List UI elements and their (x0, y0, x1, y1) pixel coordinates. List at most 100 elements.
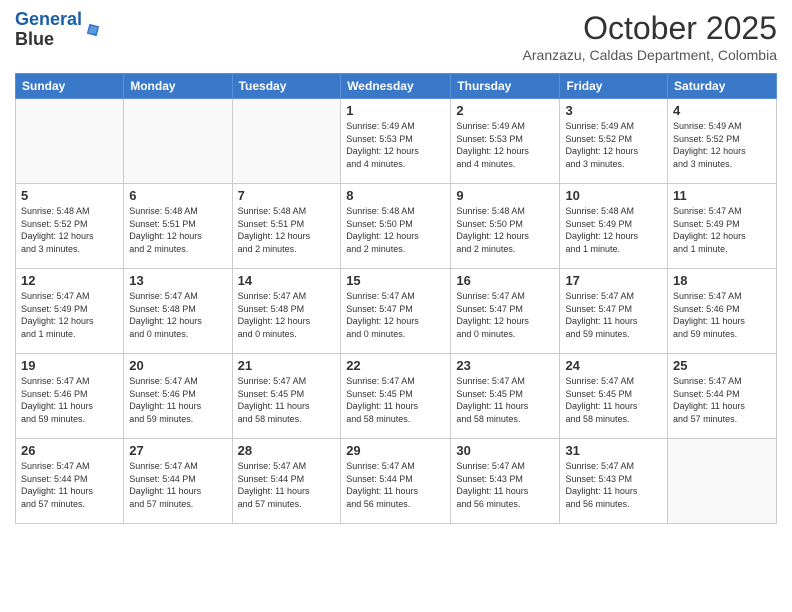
calendar-cell: 3 Sunrise: 5:49 AMSunset: 5:52 PMDaylight… (560, 99, 668, 184)
day-info: Sunrise: 5:49 AMSunset: 5:53 PMDaylight:… (456, 120, 554, 170)
calendar-cell: 9 Sunrise: 5:48 AMSunset: 5:50 PMDaylight… (451, 184, 560, 269)
calendar-cell: 8 Sunrise: 5:48 AMSunset: 5:50 PMDaylight… (341, 184, 451, 269)
calendar-cell: 17 Sunrise: 5:47 AMSunset: 5:47 PMDayligh… (560, 269, 668, 354)
day-number: 16 (456, 273, 554, 288)
day-number: 3 (565, 103, 662, 118)
day-info: Sunrise: 5:47 AMSunset: 5:49 PMDaylight:… (21, 290, 118, 340)
logo-icon (84, 21, 102, 39)
calendar-week-1: 1Sunrise: 5:49 AMSunset: 5:53 PMDaylight… (16, 99, 777, 184)
calendar-cell: 10 Sunrise: 5:48 AMSunset: 5:49 PMDayligh… (560, 184, 668, 269)
day-info: Sunrise: 5:47 AMSunset: 5:47 PMDaylight:… (346, 290, 445, 340)
day-number: 27 (129, 443, 226, 458)
day-info: Sunrise: 5:47 AMSunset: 5:44 PMDaylight:… (238, 460, 336, 510)
weekday-header-thursday: Thursday (451, 74, 560, 99)
day-number: 14 (238, 273, 336, 288)
day-number: 31 (565, 443, 662, 458)
calendar-cell (668, 439, 777, 524)
day-info: Sunrise: 5:47 AMSunset: 5:46 PMDaylight:… (129, 375, 226, 425)
day-number: 26 (21, 443, 118, 458)
calendar-cell: 20 Sunrise: 5:47 AMSunset: 5:46 PMDayligh… (124, 354, 232, 439)
calendar-cell: 24Sunrise: 5:47 AMSunset: 5:45 PMDayligh… (560, 354, 668, 439)
month-title: October 2025 (523, 10, 777, 47)
calendar-cell: 16 Sunrise: 5:47 AMSunset: 5:47 PMDayligh… (451, 269, 560, 354)
calendar-cell: 7 Sunrise: 5:48 AMSunset: 5:51 PMDaylight… (232, 184, 341, 269)
calendar-cell (232, 99, 341, 184)
day-info: Sunrise: 5:47 AMSunset: 5:43 PMDaylight:… (456, 460, 554, 510)
calendar-cell: 14 Sunrise: 5:47 AMSunset: 5:48 PMDayligh… (232, 269, 341, 354)
day-info: Sunrise: 5:47 AMSunset: 5:44 PMDaylight:… (346, 460, 445, 510)
day-number: 7 (238, 188, 336, 203)
day-number: 9 (456, 188, 554, 203)
day-number: 24 (565, 358, 662, 373)
logo-text: GeneralBlue (15, 10, 82, 50)
day-number: 18 (673, 273, 771, 288)
day-info: Sunrise: 5:49 AMSunset: 5:52 PMDaylight:… (565, 120, 662, 170)
day-number: 20 (129, 358, 226, 373)
day-info: Sunrise: 5:48 AMSunset: 5:51 PMDaylight:… (129, 205, 226, 255)
day-number: 29 (346, 443, 445, 458)
calendar-week-5: 26 Sunrise: 5:47 AMSunset: 5:44 PMDayligh… (16, 439, 777, 524)
day-info: Sunrise: 5:48 AMSunset: 5:52 PMDaylight:… (21, 205, 118, 255)
calendar-week-3: 12 Sunrise: 5:47 AMSunset: 5:49 PMDayligh… (16, 269, 777, 354)
calendar-table: SundayMondayTuesdayWednesdayThursdayFrid… (15, 73, 777, 524)
day-info: Sunrise: 5:47 AMSunset: 5:48 PMDaylight:… (238, 290, 336, 340)
calendar-cell: 18 Sunrise: 5:47 AMSunset: 5:46 PMDayligh… (668, 269, 777, 354)
calendar-cell: 15Sunrise: 5:47 AMSunset: 5:47 PMDayligh… (341, 269, 451, 354)
calendar-cell: 5Sunrise: 5:48 AMSunset: 5:52 PMDaylight… (16, 184, 124, 269)
day-info: Sunrise: 5:47 AMSunset: 5:44 PMDaylight:… (21, 460, 118, 510)
day-number: 8 (346, 188, 445, 203)
calendar-cell: 26 Sunrise: 5:47 AMSunset: 5:44 PMDayligh… (16, 439, 124, 524)
weekday-header-row: SundayMondayTuesdayWednesdayThursdayFrid… (16, 74, 777, 99)
weekday-header-friday: Friday (560, 74, 668, 99)
calendar-cell: 11Sunrise: 5:47 AMSunset: 5:49 PMDayligh… (668, 184, 777, 269)
day-number: 22 (346, 358, 445, 373)
calendar-cell (124, 99, 232, 184)
day-number: 19 (21, 358, 118, 373)
calendar-cell: 4Sunrise: 5:49 AMSunset: 5:52 PMDaylight… (668, 99, 777, 184)
calendar-cell: 30 Sunrise: 5:47 AMSunset: 5:43 PMDayligh… (451, 439, 560, 524)
day-info: Sunrise: 5:48 AMSunset: 5:49 PMDaylight:… (565, 205, 662, 255)
day-number: 13 (129, 273, 226, 288)
calendar-cell: 31 Sunrise: 5:47 AMSunset: 5:43 PMDayligh… (560, 439, 668, 524)
title-section: October 2025 Aranzazu, Caldas Department… (523, 10, 777, 63)
calendar-week-2: 5Sunrise: 5:48 AMSunset: 5:52 PMDaylight… (16, 184, 777, 269)
logo-blue: Blue (15, 29, 54, 49)
day-number: 2 (456, 103, 554, 118)
day-number: 10 (565, 188, 662, 203)
day-info: Sunrise: 5:48 AMSunset: 5:51 PMDaylight:… (238, 205, 336, 255)
day-info: Sunrise: 5:47 AMSunset: 5:48 PMDaylight:… (129, 290, 226, 340)
day-number: 6 (129, 188, 226, 203)
day-info: Sunrise: 5:47 AMSunset: 5:46 PMDaylight:… (21, 375, 118, 425)
calendar-cell: 23 Sunrise: 5:47 AMSunset: 5:45 PMDayligh… (451, 354, 560, 439)
day-info: Sunrise: 5:47 AMSunset: 5:46 PMDaylight:… (673, 290, 771, 340)
page-container: GeneralBlue October 2025 Aranzazu, Calda… (0, 0, 792, 534)
calendar-cell: 12 Sunrise: 5:47 AMSunset: 5:49 PMDayligh… (16, 269, 124, 354)
day-info: Sunrise: 5:48 AMSunset: 5:50 PMDaylight:… (456, 205, 554, 255)
day-number: 12 (21, 273, 118, 288)
top-bar: GeneralBlue October 2025 Aranzazu, Calda… (15, 10, 777, 69)
day-info: Sunrise: 5:47 AMSunset: 5:47 PMDaylight:… (565, 290, 662, 340)
weekday-header-sunday: Sunday (16, 74, 124, 99)
day-number: 30 (456, 443, 554, 458)
day-number: 17 (565, 273, 662, 288)
weekday-header-wednesday: Wednesday (341, 74, 451, 99)
day-number: 11 (673, 188, 771, 203)
calendar-cell: 2 Sunrise: 5:49 AMSunset: 5:53 PMDaylight… (451, 99, 560, 184)
calendar-cell: 25 Sunrise: 5:47 AMSunset: 5:44 PMDayligh… (668, 354, 777, 439)
calendar-cell: 6 Sunrise: 5:48 AMSunset: 5:51 PMDaylight… (124, 184, 232, 269)
day-info: Sunrise: 5:47 AMSunset: 5:44 PMDaylight:… (673, 375, 771, 425)
day-number: 23 (456, 358, 554, 373)
calendar-cell: 1Sunrise: 5:49 AMSunset: 5:53 PMDaylight… (341, 99, 451, 184)
calendar-cell: 21Sunrise: 5:47 AMSunset: 5:45 PMDayligh… (232, 354, 341, 439)
day-info: Sunrise: 5:48 AMSunset: 5:50 PMDaylight:… (346, 205, 445, 255)
day-info: Sunrise: 5:49 AMSunset: 5:53 PMDaylight:… (346, 120, 445, 170)
day-info: Sunrise: 5:49 AMSunset: 5:52 PMDaylight:… (673, 120, 771, 170)
day-info: Sunrise: 5:47 AMSunset: 5:47 PMDaylight:… (456, 290, 554, 340)
location-title: Aranzazu, Caldas Department, Colombia (523, 47, 777, 63)
day-number: 25 (673, 358, 771, 373)
day-info: Sunrise: 5:47 AMSunset: 5:45 PMDaylight:… (346, 375, 445, 425)
day-info: Sunrise: 5:47 AMSunset: 5:43 PMDaylight:… (565, 460, 662, 510)
day-info: Sunrise: 5:47 AMSunset: 5:44 PMDaylight:… (129, 460, 226, 510)
weekday-header-monday: Monday (124, 74, 232, 99)
day-info: Sunrise: 5:47 AMSunset: 5:45 PMDaylight:… (456, 375, 554, 425)
